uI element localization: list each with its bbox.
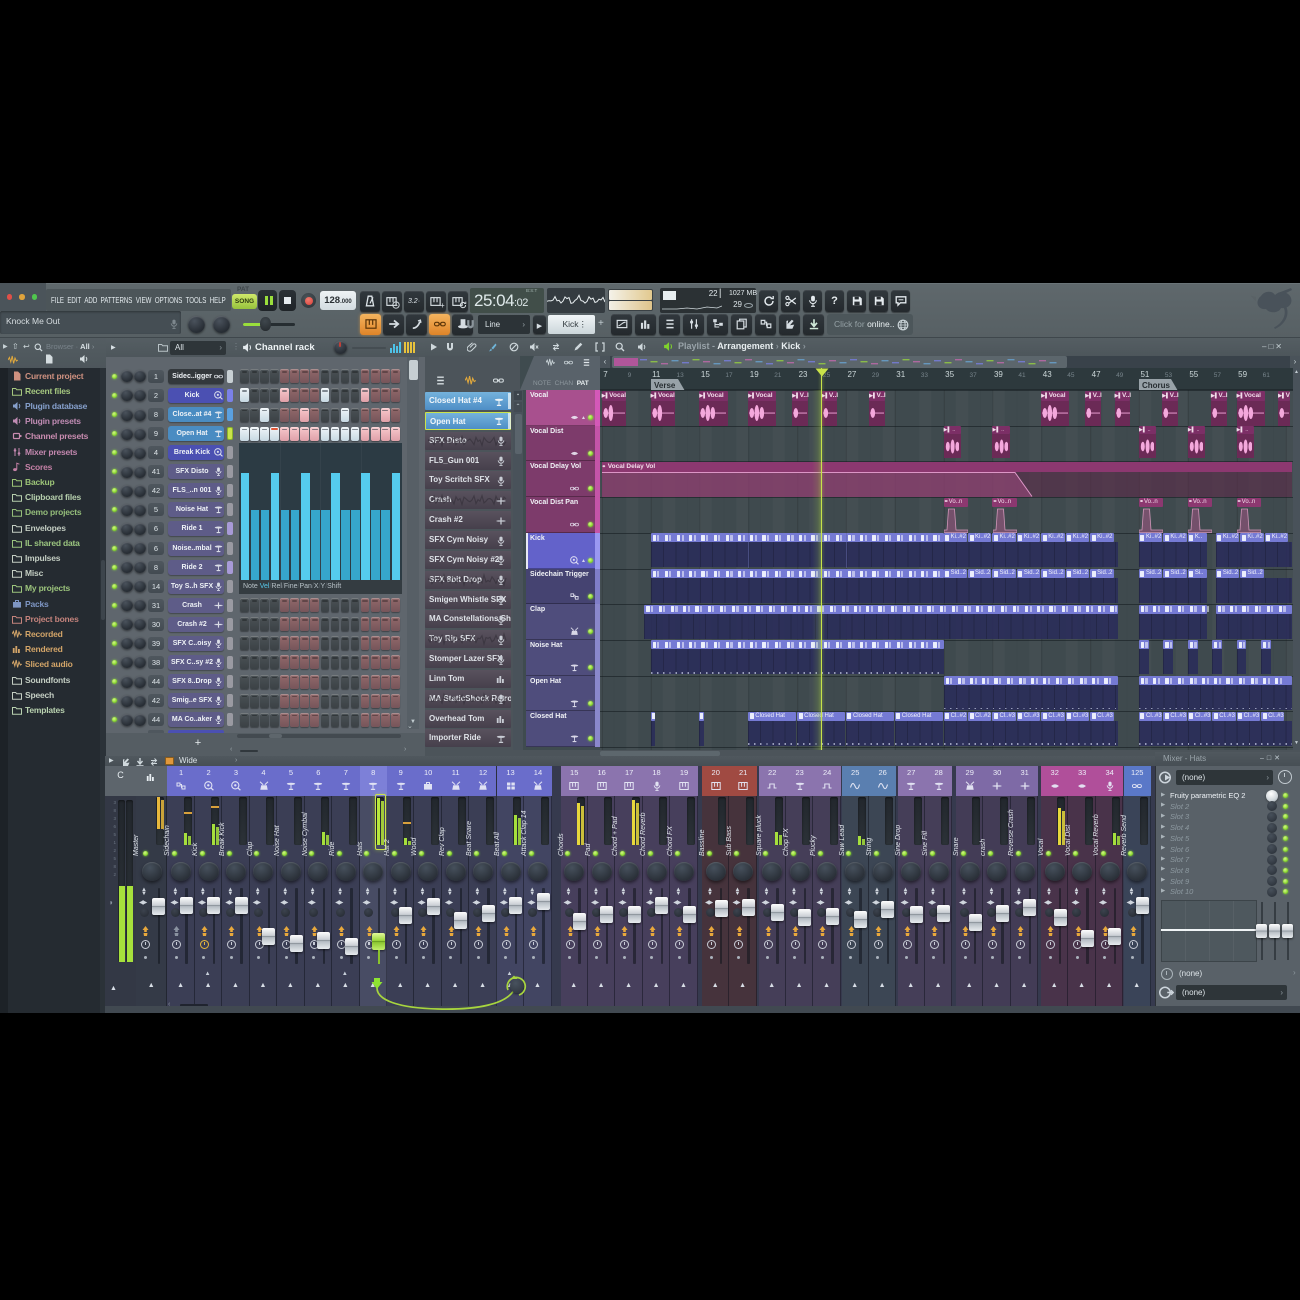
svg-text:Verse: Verse: [654, 381, 676, 390]
svg-text:Chorus: Chorus: [1142, 381, 1171, 390]
